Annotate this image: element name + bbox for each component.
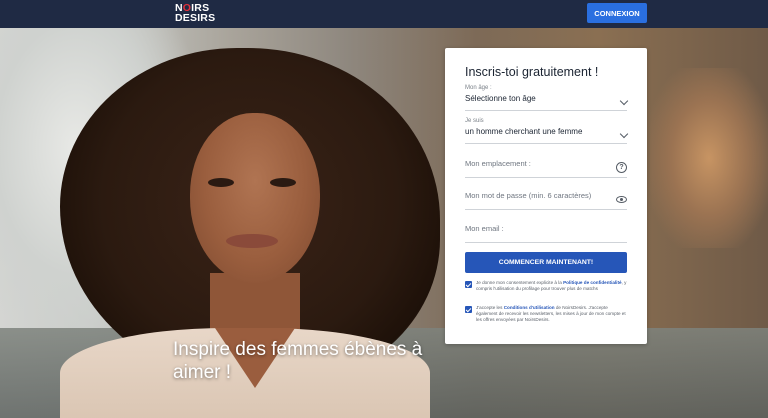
gender-select[interactable]: Je suis un homme cherchant une femme: [465, 118, 629, 144]
password-field[interactable]: Mon mot de passe (min. 6 caractères): [465, 190, 627, 210]
hero-tagline: Inspire des femmes ébènes à aimer !: [173, 339, 423, 383]
noirsdesirs-logo[interactable]: NOIRS DESIRS: [175, 3, 231, 25]
terms-consent-text: J'accepte les Conditions d'utilisation d…: [476, 305, 627, 324]
form-title: Inscris-toi gratuitement !: [465, 65, 599, 79]
logo-line-2: DESIRS: [175, 12, 216, 24]
location-placeholder: Mon emplacement :: [465, 159, 531, 168]
background-blur-right: [650, 68, 768, 248]
chevron-down-icon: [619, 96, 629, 106]
password-placeholder: Mon mot de passe (min. 6 caractères): [465, 191, 592, 200]
checkbox-checked-icon[interactable]: [465, 281, 472, 288]
location-field[interactable]: Mon emplacement : ?: [465, 158, 627, 178]
terms-link[interactable]: Conditions d'utilisation: [504, 305, 555, 310]
eye-icon[interactable]: [616, 195, 627, 205]
woman-eye-right: [270, 178, 296, 187]
top-header: NOIRS DESIRS CONNEXION: [0, 0, 768, 28]
question-icon[interactable]: ?: [616, 161, 627, 173]
woman-face: [190, 113, 320, 283]
start-now-button[interactable]: COMMENCER MAINTENANT!: [465, 252, 627, 273]
chevron-down-icon: [619, 129, 629, 139]
privacy-consent-text: Je donne mon consentement explicite à la…: [476, 280, 627, 292]
age-select[interactable]: Mon âge : Sélectionne ton âge: [465, 85, 629, 111]
terms-consent-before: J'accepte les: [476, 305, 504, 310]
email-placeholder: Mon email :: [465, 224, 504, 233]
privacy-consent: Je donne mon consentement explicite à la…: [465, 280, 627, 292]
login-button[interactable]: CONNEXION: [587, 3, 647, 23]
checkbox-checked-icon[interactable]: [465, 306, 472, 313]
gender-label: Je suis: [465, 118, 484, 124]
age-label: Mon âge :: [465, 85, 492, 91]
woman-eye-left: [208, 178, 234, 187]
privacy-policy-link[interactable]: Politique de confidentialité: [563, 280, 621, 285]
woman-lips: [226, 234, 278, 248]
email-field[interactable]: Mon email :: [465, 223, 627, 243]
terms-consent: J'accepte les Conditions d'utilisation d…: [465, 305, 627, 324]
signup-form: Inscris-toi gratuitement ! Mon âge : Sél…: [445, 48, 647, 344]
age-value: Sélectionne ton âge: [465, 94, 536, 103]
gender-value: un homme cherchant une femme: [465, 127, 583, 136]
privacy-consent-before: Je donne mon consentement explicite à la: [476, 280, 564, 285]
